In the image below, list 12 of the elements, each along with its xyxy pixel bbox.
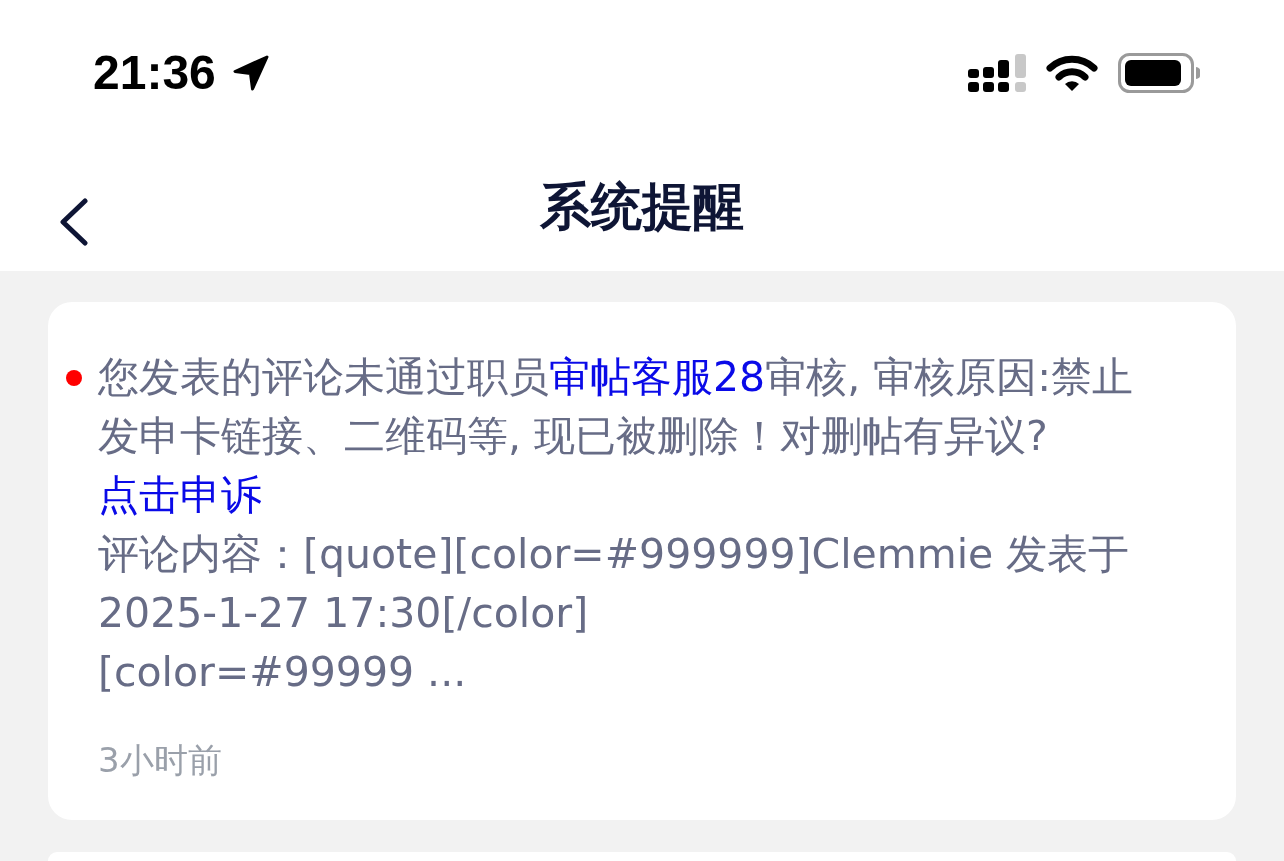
- inline-link[interactable]: 审帖客服28: [549, 353, 766, 401]
- battery-icon: [1118, 53, 1200, 93]
- page-title: 系统提醒: [540, 177, 744, 238]
- message-time: 3小时前: [98, 739, 222, 782]
- message-text: 您发表的评论未通过职员审帖客服28审核, 审核原因:禁止发申卡链接、二维码等, 现已被删除！对删帖有异议? 点击申诉: [98, 352, 1135, 521]
- back-icon[interactable]: [59, 198, 89, 247]
- signal-icon: [968, 54, 1026, 92]
- wifi-icon: [1046, 54, 1098, 92]
- location-arrow-icon: [231, 54, 270, 92]
- comment-text: 评论内容：[quote][color=#999999]Clemmie 发表于 2025-1-27 17:30[/color] [color=#99999 ...: [98, 529, 1131, 698]
- inline-link[interactable]: 点击申诉: [98, 471, 262, 519]
- status-time: 21:36: [93, 45, 216, 101]
